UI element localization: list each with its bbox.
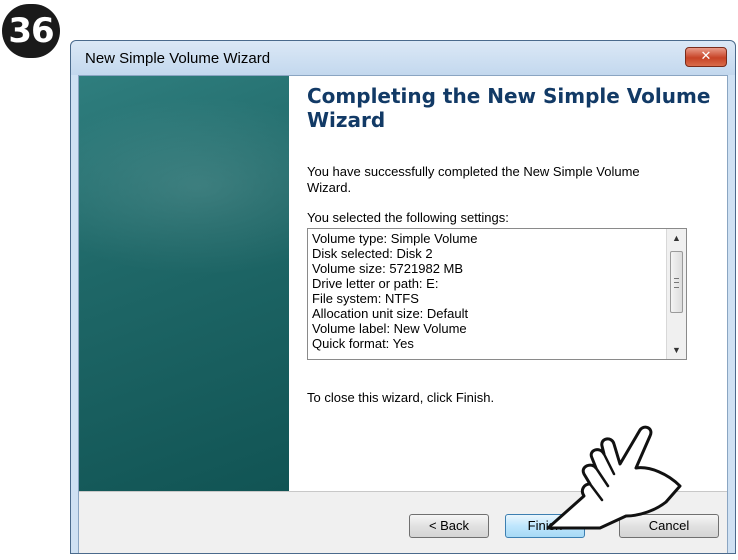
wizard-side-banner — [79, 76, 289, 491]
list-item: Quick format: Yes — [312, 336, 414, 351]
back-button[interactable]: < Back — [409, 514, 489, 538]
grip-icon — [674, 278, 679, 288]
page-title: Completing the New Simple Volume Wizard — [307, 84, 711, 132]
scroll-up-icon[interactable]: ▲ — [667, 229, 686, 247]
list-item: Volume size: 5721982 MB — [312, 261, 464, 276]
list-item: File system: NTFS — [312, 291, 419, 306]
scroll-thumb[interactable] — [670, 251, 683, 313]
close-hint-text: To close this wizard, click Finish. — [307, 390, 495, 405]
list-item: Allocation unit size: Default — [312, 306, 469, 321]
intro-text: You have successfully completed the New … — [307, 164, 640, 195]
scroll-down-icon[interactable]: ▼ — [667, 341, 686, 359]
vertical-scrollbar[interactable]: ▲ ▼ — [666, 229, 686, 359]
settings-label: You selected the following settings: — [307, 210, 509, 225]
step-number-badge: 36 — [2, 4, 60, 58]
close-icon: ✕ — [700, 49, 712, 64]
list-item: Disk selected: Disk 2 — [312, 246, 433, 261]
list-item: Volume label: New Volume — [312, 321, 467, 336]
title-bar[interactable]: New Simple Volume Wizard ✕ — [71, 41, 735, 75]
wizard-content: Completing the New Simple Volume Wizard … — [307, 84, 717, 405]
list-item: Drive letter or path: E: — [312, 276, 439, 291]
settings-list: Volume type: Simple Volume Disk selected… — [312, 231, 662, 351]
list-item: Volume type: Simple Volume — [312, 231, 478, 246]
banner-decoration — [79, 96, 289, 276]
window-title: New Simple Volume Wizard — [85, 50, 271, 67]
close-button[interactable]: ✕ — [685, 47, 727, 67]
pointing-hand-icon — [546, 425, 682, 530]
settings-summary-box[interactable]: Volume type: Simple Volume Disk selected… — [307, 228, 687, 360]
